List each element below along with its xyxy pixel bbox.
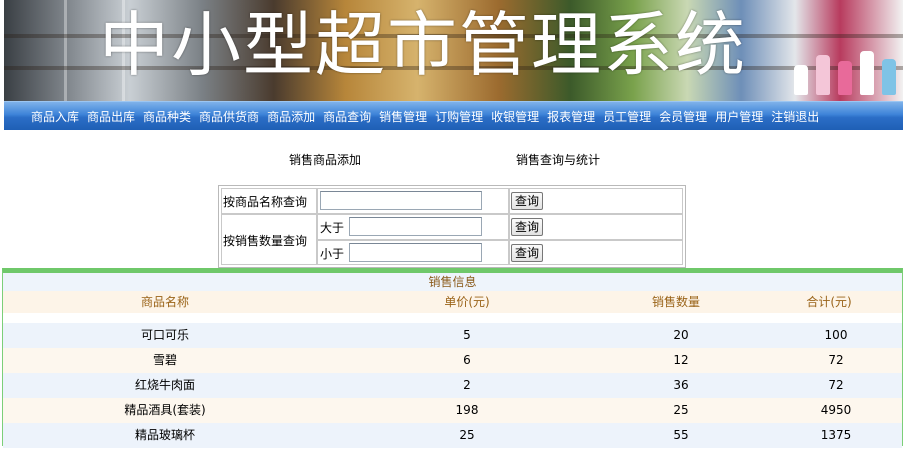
table-row: 可口可乐 5 20 100 xyxy=(3,323,902,348)
banner-product xyxy=(882,59,896,95)
cell-total: 4950 xyxy=(820,403,852,417)
nav-item-users[interactable]: 用户管理 xyxy=(715,108,763,125)
column-header-price: 单价(元) xyxy=(444,295,490,309)
cell-total: 72 xyxy=(828,378,844,392)
sales-query-link[interactable]: 销售查询与统计 xyxy=(516,151,600,168)
nav-item-staff[interactable]: 员工管理 xyxy=(603,108,651,125)
sales-add-link[interactable]: 销售商品添加 xyxy=(289,151,361,168)
greater-than-label: 大于 xyxy=(320,221,345,235)
search-less-button[interactable]: 查询 xyxy=(511,244,544,262)
banner-product xyxy=(816,55,830,95)
cell-quantity: 20 xyxy=(673,328,689,342)
nav-item-reports[interactable]: 报表管理 xyxy=(547,108,595,125)
cell-quantity: 12 xyxy=(673,353,689,367)
banner-decoration xyxy=(64,0,67,101)
table-row: 雪碧 6 12 72 xyxy=(3,348,902,373)
column-header-name: 商品名称 xyxy=(140,295,190,309)
table-row: 精品玻璃杯 25 55 1375 xyxy=(3,423,902,448)
app-title: 中小型超市管理系统 xyxy=(99,4,747,86)
banner-product xyxy=(838,61,852,95)
cell-quantity: 25 xyxy=(673,403,689,417)
nav-item-cashier[interactable]: 收银管理 xyxy=(491,108,539,125)
cell-price: 6 xyxy=(463,353,471,367)
cell-price: 2 xyxy=(463,378,471,392)
nav-item-product-add[interactable]: 商品添加 xyxy=(267,108,315,125)
search-form: 按商品名称查询 查询 按销售数量查询 大于 查询 小于 查询 xyxy=(218,185,686,268)
column-header-total: 合计(元) xyxy=(806,295,852,309)
cell-total: 72 xyxy=(828,353,844,367)
nav-item-product-query[interactable]: 商品查询 xyxy=(323,108,371,125)
search-greater-button[interactable]: 查询 xyxy=(511,218,544,236)
cell-name: 红烧牛肉面 xyxy=(134,378,196,392)
cell-total: 100 xyxy=(824,328,848,342)
nav-item-sales[interactable]: 销售管理 xyxy=(379,108,427,125)
cell-name: 可口可乐 xyxy=(140,328,190,342)
nav-item-logout[interactable]: 注销退出 xyxy=(771,108,819,125)
cell-price: 25 xyxy=(459,428,475,442)
header-banner: 中小型超市管理系统 xyxy=(4,0,903,101)
main-nav: 商品入库 商品出库 商品种类 商品供货商 商品添加 商品查询 销售管理 订购管理… xyxy=(4,101,903,130)
nav-item-members[interactable]: 会员管理 xyxy=(659,108,707,125)
qty-greater-input[interactable] xyxy=(349,217,482,236)
cell-name: 雪碧 xyxy=(152,353,178,367)
cell-price: 198 xyxy=(455,403,479,417)
cell-quantity: 55 xyxy=(673,428,689,442)
less-than-label: 小于 xyxy=(320,247,345,261)
table-row: 红烧牛肉面 2 36 72 xyxy=(3,373,902,398)
qty-less-input[interactable] xyxy=(349,243,482,262)
product-name-input[interactable] xyxy=(320,191,482,210)
banner-product xyxy=(794,65,808,95)
table-header: 商品名称 单价(元) 销售数量 合计(元) xyxy=(3,291,902,313)
cell-name: 精品酒具(套装) xyxy=(124,403,206,417)
banner-product xyxy=(860,51,874,95)
search-by-name-button[interactable]: 查询 xyxy=(511,192,544,210)
results-title: 销售信息 xyxy=(3,273,902,291)
nav-item-suppliers[interactable]: 商品供货商 xyxy=(199,108,259,125)
nav-item-stock-in[interactable]: 商品入库 xyxy=(31,108,79,125)
cell-quantity: 36 xyxy=(673,378,689,392)
table-row: 精品酒具(套装) 198 25 4950 xyxy=(3,398,902,423)
nav-item-categories[interactable]: 商品种类 xyxy=(143,108,191,125)
search-by-name-label: 按商品名称查询 xyxy=(223,195,308,209)
cell-total: 1375 xyxy=(820,428,852,442)
nav-item-orders[interactable]: 订购管理 xyxy=(435,108,483,125)
column-header-quantity: 销售数量 xyxy=(651,295,701,309)
search-by-qty-label: 按销售数量查询 xyxy=(223,234,308,248)
nav-item-stock-out[interactable]: 商品出库 xyxy=(87,108,135,125)
sales-results-table: 销售信息 商品名称 单价(元) 销售数量 合计(元) 可口可乐 5 20 100… xyxy=(2,268,903,448)
cell-price: 5 xyxy=(463,328,471,342)
cell-name: 精品玻璃杯 xyxy=(134,428,196,442)
